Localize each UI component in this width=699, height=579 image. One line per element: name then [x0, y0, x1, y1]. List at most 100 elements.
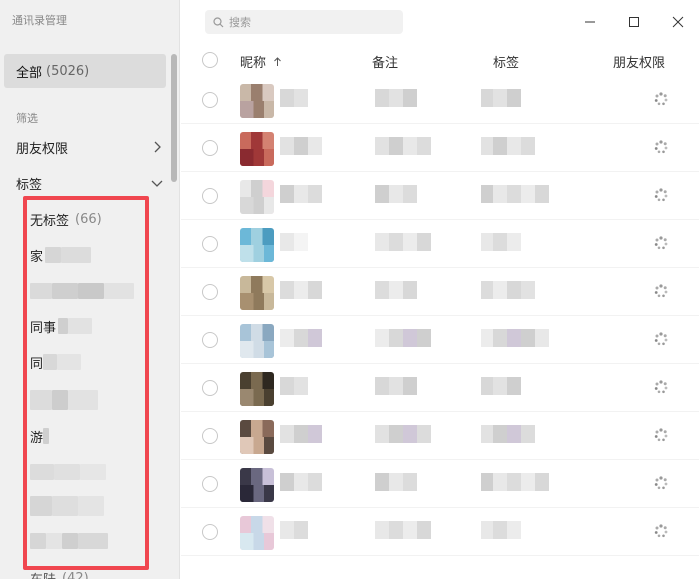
nickname-cell: [280, 521, 308, 541]
maximize-button[interactable]: [624, 12, 644, 32]
remark-cell: [375, 137, 431, 157]
remark-cell: [375, 329, 431, 349]
permission-status-icon[interactable]: [653, 283, 669, 299]
chevron-down-icon: [151, 180, 163, 187]
table-row[interactable]: [181, 172, 699, 220]
row-checkbox[interactable]: [202, 284, 218, 300]
table-row[interactable]: [181, 364, 699, 412]
minimize-button[interactable]: [580, 12, 600, 32]
nav-friend-permission-label: 朋友权限: [16, 141, 69, 157]
column-nickname[interactable]: 昵称: [240, 52, 282, 71]
remark-cell: [375, 377, 417, 397]
arrow-up-icon: [274, 57, 282, 66]
remark-cell: [375, 185, 417, 205]
tag-cell: [481, 377, 521, 397]
table-row[interactable]: [181, 316, 699, 364]
nav-tags[interactable]: 标签: [0, 168, 172, 198]
sidebar: 通讯录管理 全部 (5026) 筛选 朋友权限 标签 无标签 (66) 家 同事…: [0, 0, 180, 579]
tag-item-count: (42): [62, 570, 89, 579]
column-nickname-label: 昵称: [240, 56, 267, 71]
highlight-annotation-box: [23, 196, 149, 570]
tag-cell: [481, 473, 549, 493]
nav-all-label: 全部: [16, 65, 43, 81]
search-icon: [213, 16, 224, 27]
permission-status-icon[interactable]: [653, 91, 669, 107]
nickname-cell: [280, 185, 322, 205]
tag-cell: [481, 281, 535, 301]
avatar: [240, 276, 274, 310]
column-remark[interactable]: 备注: [372, 52, 398, 71]
avatar: [240, 516, 274, 550]
search-input[interactable]: 搜索: [205, 10, 403, 34]
tag-item-label: 车陆: [30, 569, 56, 579]
nickname-cell: [280, 425, 322, 445]
select-all-checkbox[interactable]: [202, 52, 218, 68]
sidebar-scrollbar[interactable]: [171, 54, 177, 182]
nav-friend-permission[interactable]: 朋友权限: [0, 132, 172, 162]
nickname-cell: [280, 137, 322, 157]
table-row[interactable]: [181, 220, 699, 268]
minimize-icon: [585, 21, 595, 23]
row-checkbox[interactable]: [202, 140, 218, 156]
row-checkbox[interactable]: [202, 236, 218, 252]
tag-cell: [481, 329, 549, 349]
nickname-cell: [280, 89, 308, 109]
table-row[interactable]: [181, 460, 699, 508]
avatar: [240, 468, 274, 502]
permission-status-icon[interactable]: [653, 331, 669, 347]
nickname-cell: [280, 473, 322, 493]
table-row[interactable]: [181, 76, 699, 124]
nickname-cell: [280, 281, 322, 301]
avatar: [240, 180, 274, 214]
nav-all-contacts[interactable]: 全部 (5026): [4, 54, 166, 88]
remark-cell: [375, 473, 417, 493]
tag-cell: [481, 233, 521, 253]
remark-cell: [375, 233, 431, 253]
nav-all-count: (5026): [46, 63, 90, 79]
search-placeholder: 搜索: [229, 16, 251, 29]
remark-cell: [375, 521, 431, 541]
column-permission[interactable]: 朋友权限: [613, 52, 665, 71]
permission-status-icon[interactable]: [653, 235, 669, 251]
row-checkbox[interactable]: [202, 380, 218, 396]
permission-status-icon[interactable]: [653, 427, 669, 443]
remark-cell: [375, 89, 417, 109]
close-button[interactable]: [668, 12, 688, 32]
permission-status-icon[interactable]: [653, 523, 669, 539]
chevron-right-icon: [154, 141, 161, 153]
row-checkbox[interactable]: [202, 428, 218, 444]
avatar: [240, 420, 274, 454]
tag-cell: [481, 425, 535, 445]
row-checkbox[interactable]: [202, 476, 218, 492]
nickname-cell: [280, 377, 308, 397]
table-row[interactable]: [181, 124, 699, 172]
column-tag[interactable]: 标签: [493, 52, 519, 71]
table-row[interactable]: [181, 268, 699, 316]
tag-cell: [481, 137, 535, 157]
permission-status-icon[interactable]: [653, 139, 669, 155]
tag-cell: [481, 185, 549, 205]
table-row[interactable]: [181, 412, 699, 460]
permission-status-icon[interactable]: [653, 187, 669, 203]
avatar: [240, 132, 274, 166]
row-checkbox[interactable]: [202, 332, 218, 348]
maximize-icon: [629, 17, 639, 27]
tag-cell: [481, 521, 521, 541]
permission-status-icon[interactable]: [653, 475, 669, 491]
permission-status-icon[interactable]: [653, 379, 669, 395]
app-title: 通讯录管理: [12, 14, 67, 27]
tag-cell: [481, 89, 521, 109]
remark-cell: [375, 281, 417, 301]
close-icon: [672, 16, 684, 28]
row-checkbox[interactable]: [202, 188, 218, 204]
table-header: 昵称 备注 标签 朋友权限: [181, 46, 699, 74]
avatar: [240, 324, 274, 358]
nav-tags-label: 标签: [16, 177, 43, 193]
remark-cell: [375, 425, 431, 445]
avatar: [240, 372, 274, 406]
row-checkbox[interactable]: [202, 92, 218, 108]
avatar: [240, 228, 274, 262]
row-checkbox[interactable]: [202, 524, 218, 540]
avatar: [240, 84, 274, 118]
table-row[interactable]: [181, 508, 699, 556]
